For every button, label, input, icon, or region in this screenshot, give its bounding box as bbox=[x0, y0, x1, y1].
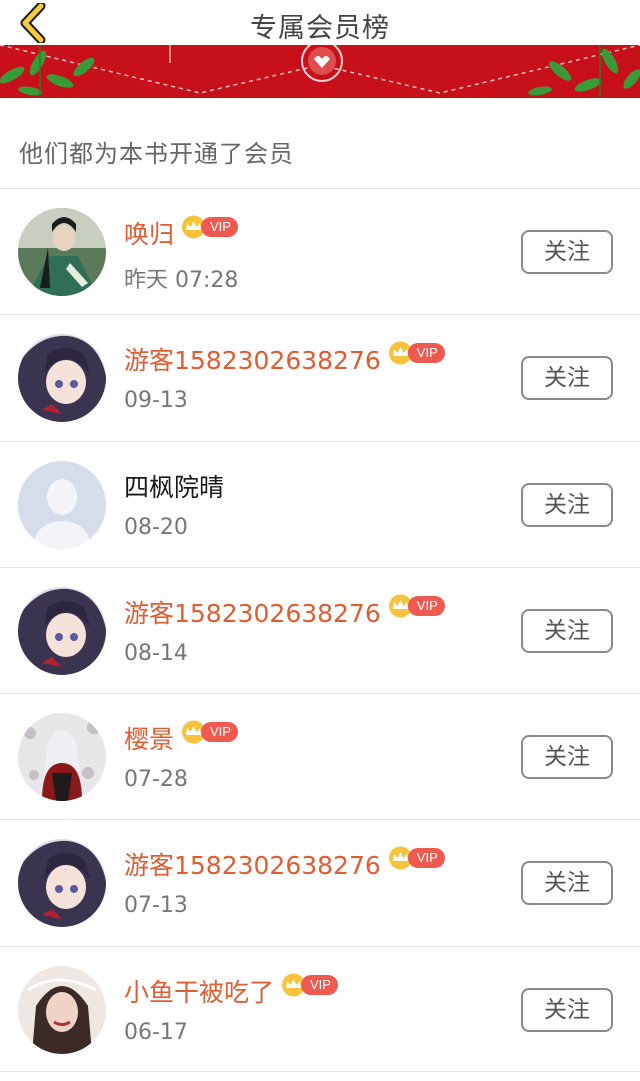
member-name[interactable]: 樱景 VIP bbox=[124, 720, 238, 756]
avatar[interactable] bbox=[18, 586, 106, 675]
member-list: 唤归 VIP 昨天 07:28 关注 游客1582302638276 VIP 09-… bbox=[0, 188, 640, 1073]
avatar[interactable] bbox=[18, 839, 106, 928]
follow-button[interactable]: 关注 bbox=[521, 482, 613, 527]
member-name[interactable]: 游客1582302638276 VIP bbox=[124, 341, 445, 377]
list-item[interactable]: 樱景 VIP 07-28 关注 bbox=[0, 693, 640, 820]
avatar[interactable] bbox=[18, 460, 106, 549]
list-item[interactable]: 游客1582302638276 VIP 09-13 关注 bbox=[0, 314, 640, 441]
follow-button[interactable]: 关注 bbox=[521, 987, 613, 1032]
intro-text: 他们都为本书开通了会员 bbox=[19, 140, 294, 168]
list-item[interactable]: 唤归 VIP 昨天 07:28 关注 bbox=[0, 188, 640, 315]
list-item[interactable]: 游客1582302638276 VIP 08-14 关注 bbox=[0, 566, 640, 694]
page-title: 专属会员榜 bbox=[250, 13, 390, 44]
avatar[interactable] bbox=[18, 713, 106, 802]
member-name[interactable]: 游客1582302638276 VIP bbox=[124, 846, 445, 882]
list-item[interactable]: 小鱼干被吃了 VIP 06-17 关注 bbox=[0, 945, 640, 1073]
member-name[interactable]: 唤归 VIP bbox=[124, 215, 238, 251]
vip-badge: VIP bbox=[387, 341, 445, 365]
join-date: 08-14 bbox=[124, 640, 188, 666]
avatar[interactable] bbox=[18, 208, 106, 296]
join-date: 09-13 bbox=[124, 388, 188, 414]
follow-button[interactable]: 关注 bbox=[521, 608, 613, 653]
member-name[interactable]: 四枫院晴 bbox=[124, 468, 224, 504]
member-name[interactable]: 游客1582302638276 VIP bbox=[124, 594, 445, 630]
list-item[interactable]: 游客1582302638276 VIP 07-13 关注 bbox=[0, 819, 640, 946]
intro-section: 他们都为本书开通了会员 bbox=[0, 98, 640, 188]
join-date: 昨天 07:28 bbox=[124, 268, 239, 293]
vip-badge: VIP bbox=[180, 720, 238, 744]
banner-image bbox=[0, 45, 640, 98]
vip-badge: VIP bbox=[387, 846, 445, 870]
member-name[interactable]: 小鱼干被吃了 VIP bbox=[124, 973, 338, 1009]
follow-button[interactable]: 关注 bbox=[521, 861, 613, 906]
default-user-icon bbox=[18, 460, 106, 549]
follow-button[interactable]: 关注 bbox=[521, 356, 613, 401]
vip-badge: VIP bbox=[280, 973, 338, 997]
join-date: 07-28 bbox=[124, 767, 188, 793]
vip-badge: VIP bbox=[387, 594, 445, 618]
vip-badge: VIP bbox=[180, 215, 238, 239]
list-item[interactable]: 四枫院晴 08-20 关注 bbox=[0, 440, 640, 567]
join-date: 07-13 bbox=[124, 893, 188, 919]
follow-button[interactable]: 关注 bbox=[521, 230, 613, 274]
follow-button[interactable]: 关注 bbox=[521, 735, 613, 780]
join-date: 08-20 bbox=[124, 514, 188, 540]
avatar[interactable] bbox=[18, 334, 106, 423]
avatar[interactable] bbox=[18, 965, 106, 1054]
top-bar: 专属会员榜 bbox=[0, 0, 640, 45]
join-date: 06-17 bbox=[124, 1019, 188, 1045]
